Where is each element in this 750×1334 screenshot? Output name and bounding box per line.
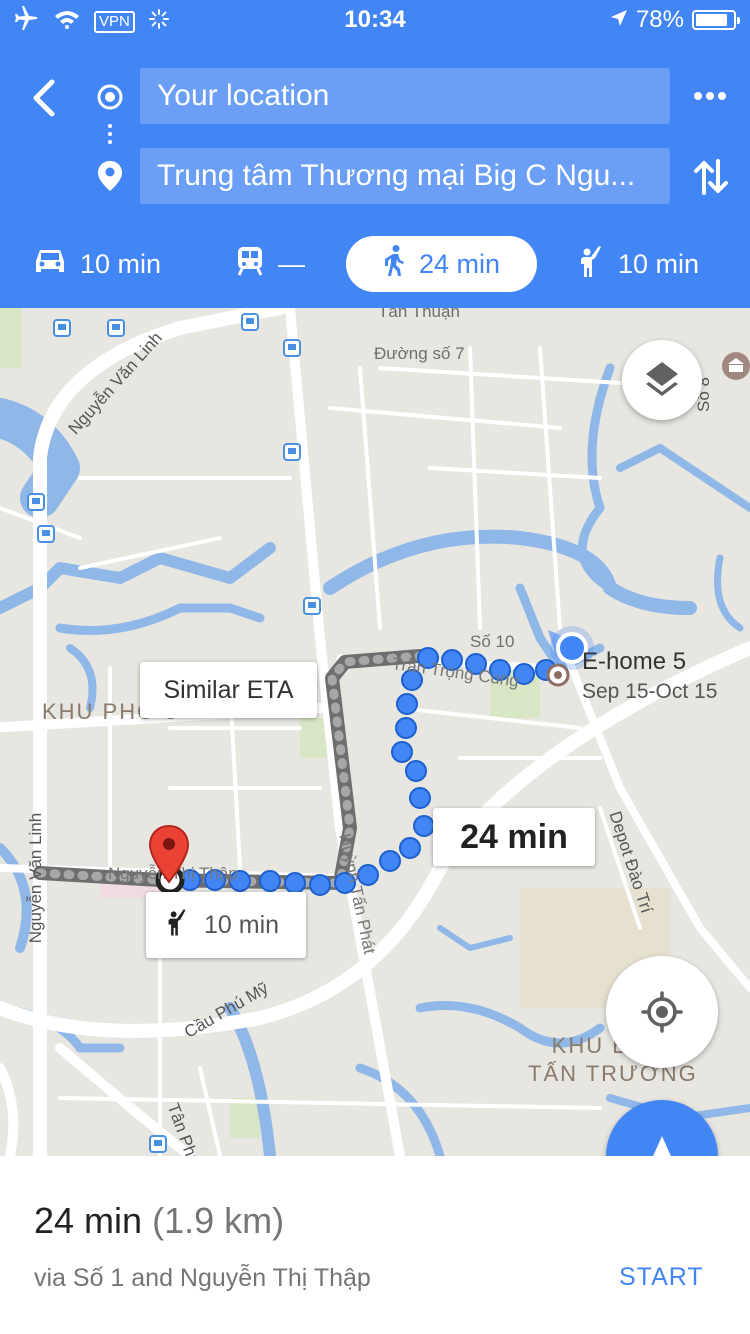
ride-eta-text: 10 min <box>204 910 280 939</box>
route-summary: 24 min (1.9 km) <box>34 1200 284 1242</box>
place-dates: Sep 15-Oct 15 <box>582 680 718 703</box>
layers-icon <box>646 362 678 396</box>
route-summary-sheet[interactable]: 24 min (1.9 km) via Số 1 and Nguyễn Thị … <box>0 1156 750 1334</box>
route-connector-icon <box>108 124 112 144</box>
destination-marker-icon[interactable] <box>148 824 190 884</box>
museum-marker <box>722 352 750 380</box>
travel-mode-tabs: 10 min — 24 min 10 min <box>0 236 750 292</box>
origin-icon <box>96 83 124 111</box>
map-layers-button[interactable] <box>622 340 702 420</box>
start-button[interactable]: START <box>619 1263 704 1292</box>
origin-field[interactable]: Your location <box>140 68 670 124</box>
tab-walk[interactable]: 24 min <box>346 236 537 292</box>
more-options-button[interactable] <box>690 82 730 110</box>
transit-time: — <box>278 248 305 279</box>
start-navigation-button[interactable] <box>606 1100 718 1156</box>
battery-icon <box>692 10 740 30</box>
hail-ride-icon <box>166 906 188 945</box>
location-arrow-icon <box>610 6 628 34</box>
my-location-button[interactable] <box>606 956 718 1068</box>
tab-transit[interactable]: — <box>236 236 305 292</box>
drive-time: 10 min <box>80 248 162 279</box>
status-bar: VPN 10:34 78% <box>0 0 750 40</box>
walk-time: 24 min <box>418 248 501 279</box>
ride-time: 10 min <box>618 248 700 279</box>
destination-field[interactable]: Trung tâm Thương mại Big C Ngu... <box>140 148 670 204</box>
map-label-duong-so-7: Đường số 7 <box>374 344 465 363</box>
route-via: via Số 1 and Nguyễn Thị Thập <box>34 1264 371 1292</box>
walk-time-callout[interactable]: 24 min <box>433 808 595 866</box>
map-label-nguyen-van-linh-left: Nguyễn Văn Linh <box>26 812 45 944</box>
hail-ride-icon <box>578 244 604 285</box>
directions-header: VPN 10:34 78% Your location Trung tâm Th… <box>0 0 750 308</box>
crosshair-icon <box>641 991 683 1033</box>
tab-drive[interactable]: 10 min <box>34 236 161 292</box>
battery-percent: 78% <box>635 6 684 33</box>
place-name[interactable]: E-home 5 <box>582 648 686 676</box>
tab-ride-hailing[interactable]: 10 min <box>578 236 699 292</box>
map-label-tan-thuan: Tân Thuận <box>378 308 460 321</box>
route-duration: 24 min <box>34 1200 143 1241</box>
destination-pin-icon <box>98 161 122 191</box>
walking-icon <box>383 244 405 284</box>
map-view[interactable]: Tân Thuận Đường số 7 Số 8 Nguyễn Văn Lin… <box>0 308 750 1156</box>
car-icon <box>34 247 66 282</box>
map-label-so-10: Số 10 <box>470 632 515 651</box>
navigation-arrow-icon <box>653 1136 671 1156</box>
back-button[interactable] <box>22 70 72 126</box>
route-distance: (1.9 km) <box>152 1200 285 1241</box>
similar-eta-callout[interactable]: Similar ETA <box>140 662 317 718</box>
ride-eta-callout[interactable]: 10 min <box>146 892 306 958</box>
swap-direction-button[interactable] <box>692 157 730 197</box>
train-icon <box>236 246 264 283</box>
